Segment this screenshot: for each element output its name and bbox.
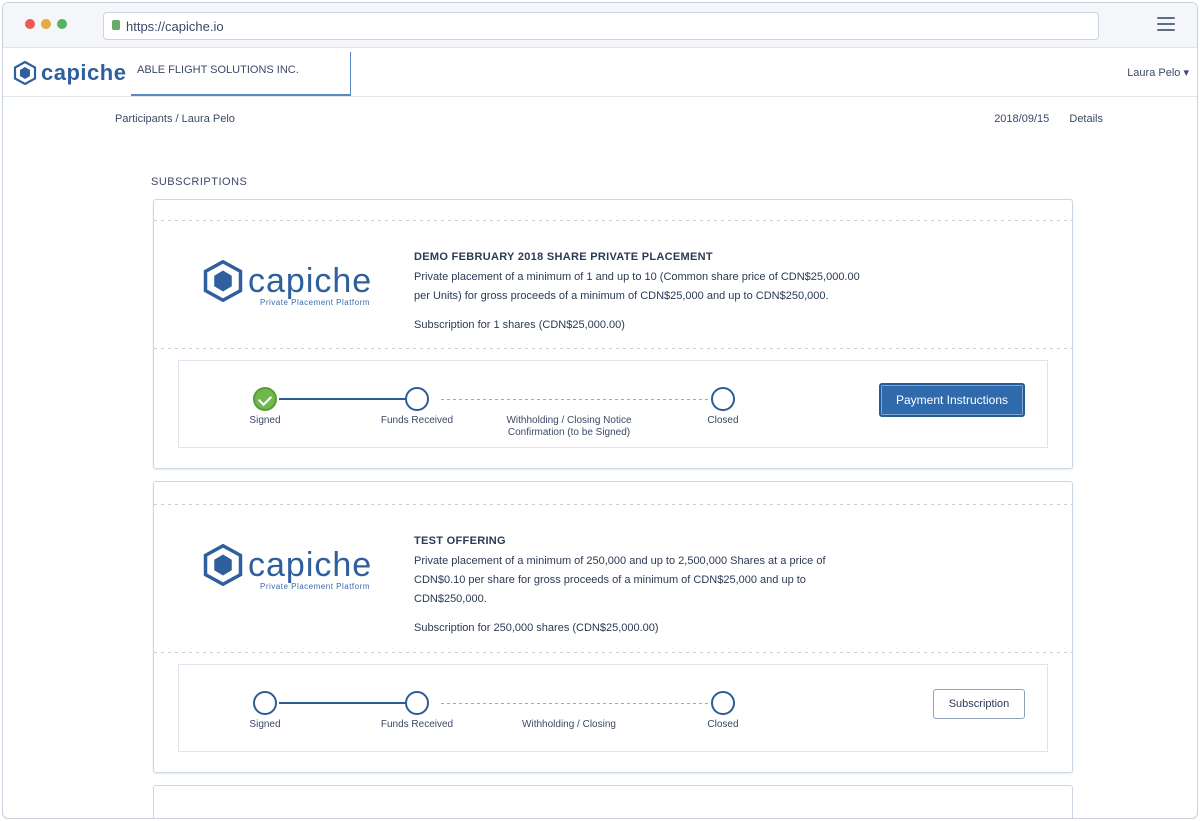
offering-title: TEST OFFERING [414, 535, 506, 547]
step-label: Closed [707, 719, 739, 730]
logo-name: capiche [248, 261, 373, 300]
close-window-icon[interactable] [25, 19, 35, 29]
logo-tagline: Private Placement Platform [260, 582, 370, 591]
app-header: capiche ABLE FLIGHT SOLUTIONS INC. Laura… [3, 48, 1197, 97]
hamburger-icon[interactable] [1157, 17, 1175, 31]
logo-name: capiche [248, 545, 373, 584]
breadcrumb-current: Laura Pelo [181, 113, 235, 125]
offering-logo: capiche Private Placement Platform [202, 544, 373, 591]
header-actions: 2018/09/15 Details [994, 113, 1103, 125]
subscription-button[interactable]: Subscription [933, 689, 1025, 719]
subscription-amount: Subscription for 1 shares (CDN$25,000.00… [414, 319, 625, 331]
step-label: Withholding / Closing Notice Confirmatio… [506, 415, 632, 438]
url-text[interactable]: https://capiche.io [126, 19, 224, 34]
minimize-window-icon[interactable] [41, 19, 51, 29]
user-name: Laura Pelo [1127, 67, 1181, 79]
maximize-window-icon[interactable] [57, 19, 67, 29]
subscription-amount: Subscription for 250,000 shares (CDN$25,… [414, 622, 659, 634]
offering-title: DEMO FEBRUARY 2018 SHARE PRIVATE PLACEME… [414, 251, 713, 263]
date-text: 2018/09/15 [994, 113, 1050, 125]
step-funds-received [405, 387, 429, 411]
subscription-card: capiche Private Placement Platform DEMO … [153, 199, 1073, 469]
step-signed-checkmark-icon [253, 387, 277, 411]
step-label: Funds Received [380, 415, 454, 426]
browser-chrome: https://capiche.io [3, 3, 1197, 48]
capiche-logo-icon [13, 61, 37, 85]
chevron-down-icon: ▾ [1183, 67, 1189, 79]
progress-tracker: Signed Funds Received Withholding / Clos… [178, 664, 1048, 752]
step-closed [711, 387, 735, 411]
user-menu[interactable]: Laura Pelo ▾ [1127, 66, 1189, 79]
step-label: Closed [707, 415, 739, 426]
offering-description: Private placement of a minimum of 250,00… [414, 555, 826, 605]
lock-icon [112, 20, 120, 30]
address-bar[interactable]: https://capiche.io [103, 12, 1099, 40]
payment-instructions-button[interactable]: Payment Instructions [879, 383, 1025, 417]
logo-tagline: Private Placement Platform [260, 298, 370, 307]
step-closed [711, 691, 735, 715]
offering-info: TEST OFFERING Private placement of a min… [414, 532, 874, 638]
browser-window: https://capiche.io capiche ABLE FLIGHT S… [2, 2, 1198, 819]
details-link[interactable]: Details [1069, 113, 1103, 125]
section-title: SUBSCRIPTIONS [151, 176, 248, 188]
offering-info: DEMO FEBRUARY 2018 SHARE PRIVATE PLACEME… [414, 248, 874, 335]
progress-tracker: Signed Funds Received Withholding / Clos… [178, 360, 1048, 448]
subscription-card: capiche Private Placement Platform TEST … [153, 481, 1073, 773]
capiche-logo-icon [203, 260, 243, 302]
offering-description: Private placement of a minimum of 1 and … [414, 271, 860, 302]
step-label: Funds Received [380, 719, 454, 730]
subscription-card-partial [153, 785, 1073, 818]
breadcrumb: Participants / Laura Pelo [115, 113, 235, 125]
company-selector[interactable]: ABLE FLIGHT SOLUTIONS INC. [131, 52, 351, 96]
capiche-logo-icon [203, 544, 243, 586]
offering-logo: capiche Private Placement Platform [202, 260, 373, 307]
brand-name: capiche [41, 60, 127, 85]
step-label: Signed [249, 719, 281, 730]
breadcrumb-participants[interactable]: Participants [115, 113, 172, 125]
step-label: Withholding / Closing [522, 719, 616, 730]
step-label: Signed [249, 415, 281, 426]
brand-logo[interactable]: capiche [13, 60, 126, 86]
breadcrumb-separator: / [175, 113, 179, 125]
step-funds-received [405, 691, 429, 715]
step-signed [253, 691, 277, 715]
